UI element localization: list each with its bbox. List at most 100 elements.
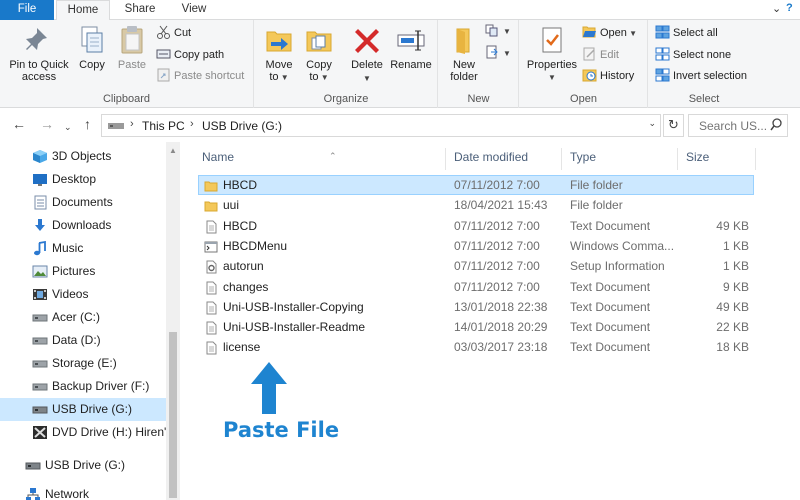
address-dropdown-icon[interactable]: ⌄ — [648, 118, 656, 129]
nav-item-pictures[interactable]: Pictures — [0, 260, 166, 283]
file-row[interactable]: Uni-USB-Installer-Readme 14/01/2018 20:29… — [198, 317, 754, 337]
nav-item-network[interactable]: Network — [0, 483, 166, 500]
search-box[interactable] — [688, 114, 788, 137]
breadcrumb-this-pc[interactable]: This PC — [142, 119, 185, 133]
pin-to-quick-access-button[interactable]: Pin to Quick access — [4, 24, 74, 83]
properties-dropdown-icon: ▼ — [548, 73, 556, 82]
history-button[interactable]: History — [582, 67, 634, 85]
nav-item-data-d[interactable]: Data (D:) — [0, 329, 166, 352]
file-row[interactable]: HBCD 07/11/2012 7:00 File folder — [198, 175, 754, 195]
nav-item-storage-e[interactable]: Storage (E:) — [0, 352, 166, 375]
drive-icon — [32, 379, 48, 394]
new-folder-button[interactable]: New folder — [443, 24, 485, 83]
collapse-ribbon-icon[interactable]: ⌄ — [772, 2, 781, 15]
file-row[interactable]: Uni-USB-Installer-Copying 13/01/2018 22:3… — [198, 297, 754, 317]
forward-arrow-icon[interactable]: → — [40, 116, 54, 132]
open-button[interactable]: Open ▼ — [582, 24, 637, 42]
copy-path-button[interactable]: Copy path — [156, 46, 224, 64]
tab-home[interactable]: Home — [56, 0, 110, 21]
edit-icon — [582, 47, 597, 61]
easy-access-button[interactable]: ▼ — [485, 44, 511, 62]
nav-item-videos[interactable]: Videos — [0, 283, 166, 306]
file-row[interactable]: uui 18/04/2021 15:43 File folder — [198, 195, 754, 215]
properties-button[interactable]: Properties ▼ — [524, 24, 580, 84]
new-item-icon — [485, 23, 500, 37]
scrollbar-thumb[interactable] — [169, 332, 177, 498]
breadcrumb-usb-drive[interactable]: USB Drive (G:) — [202, 119, 282, 133]
tab-share[interactable]: Share — [114, 0, 166, 20]
address-bar[interactable]: › This PC › USB Drive (G:) ⌄ — [101, 114, 661, 137]
nav-item-label: 3D Objects — [52, 149, 112, 163]
paste-button[interactable]: Paste — [114, 24, 150, 71]
select-none-button[interactable]: Select none — [655, 46, 731, 64]
copy-label: Copy — [79, 59, 105, 71]
move-to-button[interactable]: Move to ▼ — [261, 24, 297, 84]
new-item-button[interactable]: ▼ — [485, 22, 511, 40]
copy-to-dropdown-icon: ▼ — [318, 73, 329, 82]
copy-icon — [81, 26, 103, 53]
edit-label: Edit — [600, 49, 619, 61]
column-header-type[interactable]: Type — [562, 148, 678, 170]
nav-item-backup-driver-f[interactable]: Backup Driver (F:) — [0, 375, 166, 398]
search-input[interactable] — [689, 115, 767, 136]
nav-item-dvd-drive-h-hiren-s[interactable]: DVD Drive (H:) Hiren's — [0, 421, 166, 444]
nav-item-label: Downloads — [52, 218, 112, 232]
column-header-name[interactable]: Name ⌃ — [194, 148, 446, 170]
nav-item-desktop[interactable]: Desktop — [0, 168, 166, 191]
3d-objects-icon — [32, 149, 48, 164]
file-date-modified: 13/01/2018 22:38 — [454, 299, 548, 314]
copy-to-button[interactable]: Copy to ▼ — [301, 24, 337, 84]
rename-button[interactable]: Rename — [389, 24, 433, 71]
file-size: 9 KB — [722, 279, 749, 294]
file-size: 49 KB — [716, 218, 749, 233]
file-date-modified: 03/03/2017 23:18 — [454, 340, 548, 355]
text-file-icon — [204, 341, 218, 355]
help-icon[interactable]: ? — [786, 2, 793, 14]
paste-shortcut-button[interactable]: Paste shortcut — [156, 67, 244, 85]
tab-view[interactable]: View — [170, 0, 218, 20]
refresh-button[interactable]: ↻ — [663, 114, 684, 137]
edit-button[interactable]: Edit — [582, 46, 619, 64]
copy-path-icon — [156, 47, 171, 61]
nav-item-music[interactable]: Music — [0, 237, 166, 260]
file-type: Text Document — [570, 340, 651, 355]
scroll-up-icon[interactable]: ▲ — [169, 146, 177, 155]
invert-selection-button[interactable]: Invert selection — [655, 67, 747, 85]
file-row[interactable]: autorun 07/11/2012 7:00 Setup Information 1… — [198, 256, 754, 276]
cut-button[interactable]: Cut — [156, 24, 191, 42]
move-to-dropdown-icon: ▼ — [278, 73, 289, 82]
navigation-scrollbar[interactable]: ▲ — [166, 142, 180, 500]
nav-item-usb-drive-g[interactable]: USB Drive (G:) — [0, 454, 166, 477]
file-name: autorun — [223, 259, 264, 274]
select-all-button[interactable]: Select all — [655, 24, 718, 42]
file-type: Windows Comma... — [570, 238, 675, 253]
file-row[interactable]: HBCDMenu 07/11/2012 7:00 Windows Comma... 1… — [198, 236, 754, 256]
column-header-date[interactable]: Date modified — [446, 148, 562, 170]
nav-item-acer-c[interactable]: Acer (C:) — [0, 306, 166, 329]
file-name: Uni-USB-Installer-Copying — [223, 299, 364, 314]
breadcrumb-separator-icon[interactable]: › — [190, 118, 194, 130]
drive-icon — [32, 310, 48, 325]
tab-file[interactable]: File — [0, 0, 54, 20]
pin-label: Pin to Quick access — [9, 59, 69, 83]
nav-item-usb-drive-g[interactable]: USB Drive (G:) — [0, 398, 166, 421]
nav-item-label: Network — [45, 487, 90, 500]
nav-item-documents[interactable]: Documents — [0, 191, 166, 214]
easy-access-icon — [485, 45, 500, 59]
pictures-icon — [32, 264, 48, 279]
delete-button[interactable]: Delete ▼ — [347, 24, 387, 85]
nav-item-downloads[interactable]: Downloads — [0, 214, 166, 237]
file-row[interactable]: license 03/03/2017 23:18 Text Document 18 K… — [198, 337, 754, 357]
file-row[interactable]: HBCD 07/11/2012 7:00 Text Document 49 KB — [198, 216, 754, 236]
breadcrumb-separator-icon[interactable]: › — [130, 118, 134, 130]
back-arrow-icon[interactable]: ← — [12, 116, 26, 132]
file-row[interactable]: changes 07/11/2012 7:00 Text Document 9 KB — [198, 277, 754, 297]
column-name-label: Name — [202, 150, 235, 164]
nav-item-3d-objects[interactable]: 3D Objects — [0, 145, 166, 168]
recent-locations-icon[interactable]: ⌄ — [64, 119, 72, 135]
copy-button[interactable]: Copy — [74, 24, 110, 71]
paste-icon — [121, 26, 143, 54]
navigation-pane: 3D Objects Desktop Documents Downloads Music… — [0, 142, 180, 500]
up-arrow-icon[interactable]: ↑ — [84, 116, 91, 132]
column-header-size[interactable]: Size — [678, 148, 756, 170]
